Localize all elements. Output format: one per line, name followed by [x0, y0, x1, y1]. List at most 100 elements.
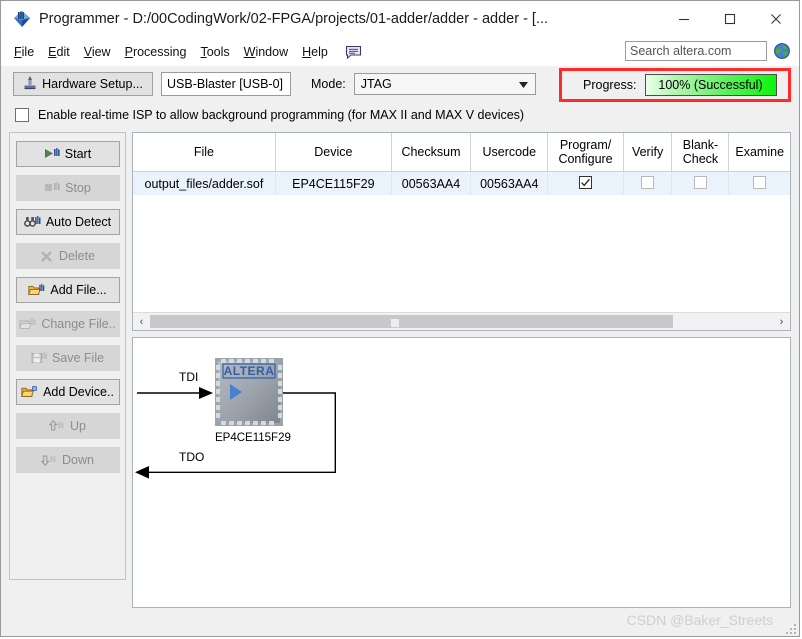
programmer-table: File Device Checksum Usercode Program/Co… — [133, 133, 790, 195]
change-file-icon — [19, 317, 36, 331]
scrollbar-grip — [390, 319, 399, 327]
search-input[interactable] — [625, 41, 767, 61]
verify-checkbox[interactable] — [641, 175, 655, 189]
resize-grip-icon[interactable] — [784, 622, 796, 634]
menu-item-processing[interactable]: Processing — [118, 42, 194, 62]
add-device-button[interactable]: Add Device.. — [15, 379, 120, 405]
scrollbar-track[interactable] — [150, 313, 773, 330]
progress-label: Progress: — [583, 78, 637, 92]
menu-item-edit[interactable]: Edit — [41, 42, 77, 62]
action-button-panel: Start Stop Auto Detect Delete Add File..… — [9, 132, 126, 580]
menu-item-view-rest: iew — [91, 45, 111, 59]
delete-button-label: Delete — [58, 249, 96, 263]
minimize-button[interactable] — [661, 3, 707, 35]
arrow-up-icon — [49, 419, 65, 433]
program-configure-checkbox[interactable] — [579, 176, 593, 189]
col-header-examine[interactable]: Examine — [728, 133, 790, 172]
svg-text:ALTERA: ALTERA — [224, 364, 275, 378]
move-down-button-label: Down — [62, 453, 94, 467]
delete-icon — [40, 250, 54, 263]
jtag-chain-panel[interactable]: ALTERA TDI TDO EP4CE115F29 — [132, 337, 791, 608]
maximize-button[interactable] — [707, 3, 753, 35]
close-button[interactable] — [753, 3, 799, 35]
mode-dropdown[interactable]: JTAG — [353, 73, 536, 95]
jtag-chain-diagram: ALTERA — [135, 358, 337, 479]
col-header-checksum[interactable]: Checksum — [391, 133, 472, 172]
hardware-setup-button[interactable]: Hardware Setup... — [13, 72, 153, 96]
progress-bar: 100% (Successful) — [644, 74, 777, 96]
menu-item-window-rest: indow — [255, 45, 289, 59]
examine-checkbox[interactable] — [753, 175, 767, 189]
menu-item-tools[interactable]: Tools — [193, 42, 236, 62]
tdo-label: TDO — [179, 450, 205, 464]
move-down-button[interactable]: Down — [15, 447, 120, 473]
cell-examine[interactable] — [728, 171, 790, 195]
start-button-label: Start — [64, 147, 92, 161]
globe-icon[interactable] — [773, 42, 791, 60]
cell-blank-check[interactable] — [671, 171, 730, 195]
table-header-row: File Device Checksum Usercode Program/Co… — [133, 133, 790, 172]
arrow-down-icon — [41, 454, 57, 467]
mode-label: Mode: — [311, 77, 346, 91]
blank-check-checkbox[interactable] — [693, 175, 707, 189]
cell-verify[interactable] — [623, 171, 673, 195]
col-header-program-configure[interactable]: Program/Configure — [547, 133, 624, 172]
col-header-verify[interactable]: Verify — [623, 133, 673, 172]
add-device-icon — [21, 385, 38, 399]
cell-checksum: 00563AA4 — [391, 171, 472, 195]
add-file-button-label: Add File... — [50, 283, 107, 297]
cell-device: EP4CE115F29 — [275, 171, 392, 195]
scroll-left-icon[interactable]: ‹ — [133, 313, 150, 330]
change-file-button-label: Change File.. — [41, 317, 116, 331]
save-file-button[interactable]: Save File — [15, 345, 120, 371]
col-header-device[interactable]: Device — [275, 133, 392, 172]
chevron-down-icon — [518, 77, 528, 91]
programmer-table-panel: File Device Checksum Usercode Program/Co… — [132, 132, 791, 331]
hardware-setup-label: Hardware Setup... — [42, 77, 143, 91]
realtime-isp-row: Enable real-time ISP to allow background… — [1, 102, 799, 128]
watermark-text: CSDN @Baker_Streets — [626, 612, 773, 628]
menu-item-processing-rest: rocessing — [132, 45, 187, 59]
table-horizontal-scrollbar[interactable]: ‹ › — [133, 312, 790, 330]
window-title: Programmer - D:/00CodingWork/02-FPGA/pro… — [39, 11, 549, 27]
programmer-toolbar: Hardware Setup... USB-Blaster [USB-0] Mo… — [1, 66, 799, 102]
menu-item-edit-rest: dit — [56, 45, 70, 59]
menu-item-window[interactable]: Window — [237, 42, 295, 62]
change-file-button[interactable]: Change File.. — [15, 311, 120, 337]
speech-bubble-icon[interactable] — [345, 44, 363, 60]
menu-item-help[interactable]: Help — [295, 42, 335, 62]
scrollbar-thumb[interactable] — [150, 315, 674, 328]
table-row[interactable]: output_files/adder.sof EP4CE115F29 00563… — [133, 171, 790, 195]
realtime-isp-checkbox[interactable] — [15, 108, 29, 122]
stop-button[interactable]: Stop — [15, 175, 120, 201]
cell-file: output_files/adder.sof — [133, 171, 276, 195]
menu-item-file[interactable]: File — [7, 42, 41, 62]
menu-item-view[interactable]: View — [77, 42, 118, 62]
quartus-diamond-icon — [13, 10, 31, 28]
hardware-icon — [23, 75, 37, 93]
auto-detect-icon — [23, 215, 41, 229]
auto-detect-button-label: Auto Detect — [45, 215, 112, 229]
status-bar: CSDN @Baker_Streets — [1, 608, 799, 636]
progress-highlight-box: Progress: 100% (Successful) — [559, 68, 791, 102]
cell-usercode: 00563AA4 — [470, 171, 549, 195]
col-header-usercode[interactable]: Usercode — [470, 133, 549, 172]
col-header-blank-check[interactable]: Blank- Check — [671, 133, 730, 172]
delete-button[interactable]: Delete — [15, 243, 120, 269]
add-file-icon — [28, 283, 45, 297]
cell-program-configure[interactable] — [547, 171, 624, 195]
scroll-right-icon[interactable]: › — [773, 313, 790, 330]
auto-detect-button[interactable]: Auto Detect — [15, 209, 120, 235]
add-file-button[interactable]: Add File... — [15, 277, 120, 303]
col-header-file[interactable]: File — [133, 133, 276, 172]
move-up-button-label: Up — [70, 419, 86, 433]
move-up-button[interactable]: Up — [15, 413, 120, 439]
hardware-value-text: USB-Blaster [USB-0] — [167, 77, 284, 91]
main-content: Start Stop Auto Detect Delete Add File..… — [1, 128, 799, 608]
start-button[interactable]: Start — [15, 141, 120, 167]
hardware-value-field[interactable]: USB-Blaster [USB-0] — [161, 72, 291, 96]
progress-value: 100% (Successful) — [658, 78, 763, 92]
start-icon — [44, 147, 60, 161]
stop-icon — [44, 181, 60, 195]
menu-item-help-rest: elp — [311, 45, 328, 59]
